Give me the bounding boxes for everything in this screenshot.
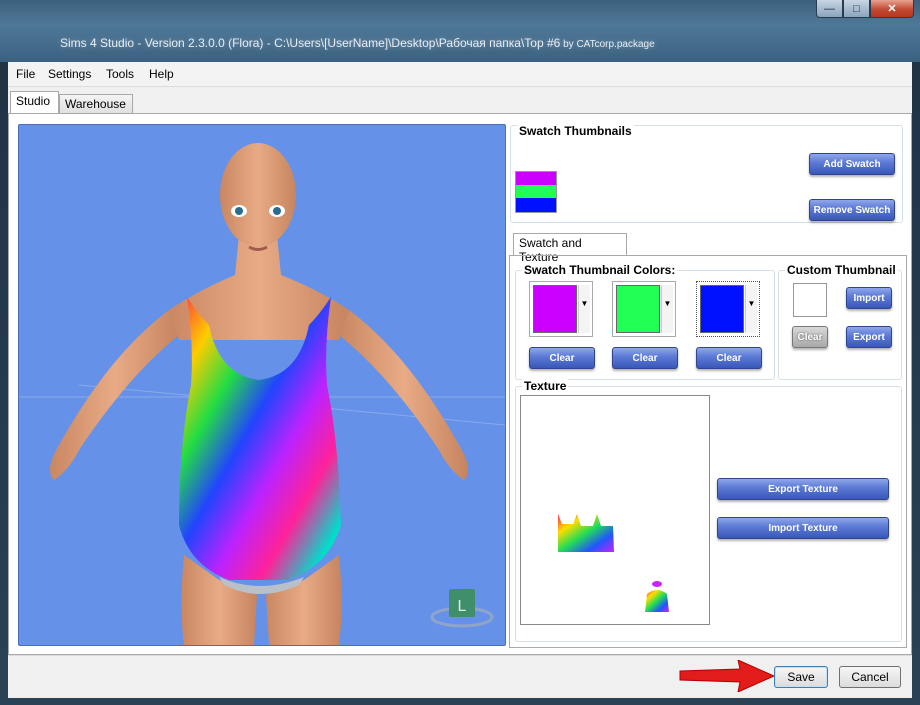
remove-swatch-button[interactable]: Remove Swatch [809, 199, 895, 221]
cancel-button[interactable]: Cancel [839, 666, 901, 688]
sim-head [220, 143, 296, 247]
app-window: Sims 4 Studio - Version 2.3.0.0 (Flora) … [0, 0, 920, 705]
studio-pane: L Swatch Thumbnails Add Swatch Remove Sw… [8, 113, 912, 655]
custom-thumbnail-preview [793, 283, 827, 317]
color-swatch-1 [533, 285, 577, 333]
chevron-down-icon[interactable]: ▼ [578, 285, 590, 333]
custom-thumbnail-group: Custom Thumbnail Import Clear Export [778, 263, 902, 380]
close-button[interactable]: ✕ [870, 0, 914, 18]
swatch-stripe-3 [516, 198, 556, 212]
add-swatch-button[interactable]: Add Swatch [809, 153, 895, 175]
tab-swatch-and-texture[interactable]: Swatch and Texture [513, 233, 627, 264]
minimize-icon: — [824, 2, 835, 15]
sim-preview: L [19, 143, 505, 645]
menu-help[interactable]: Help [149, 67, 174, 81]
chevron-down-icon[interactable]: ▼ [661, 285, 673, 333]
save-button[interactable]: Save [774, 666, 828, 688]
clear-color-1-button[interactable]: Clear [529, 347, 595, 369]
menu-settings[interactable]: Settings [48, 67, 91, 81]
window-controls: — □ ✕ [816, 0, 914, 20]
red-arrow-icon [679, 660, 776, 692]
minimize-button[interactable]: — [816, 0, 843, 18]
client-area: File Settings Tools Help Studio Warehous… [8, 62, 912, 698]
swatch-thumbnails-group: Swatch Thumbnails Add Swatch Remove Swat… [510, 124, 903, 223]
window-title-file: by CATcorp.package [560, 39, 655, 50]
color-swatch-3 [700, 285, 744, 333]
custom-thumbnail-title: Custom Thumbnail [785, 263, 898, 277]
swatch-thumbnail[interactable] [515, 171, 557, 213]
clear-color-3-button[interactable]: Clear [696, 347, 762, 369]
texture-group: Texture Export Texture Import Texture [515, 379, 902, 642]
maximize-button[interactable]: □ [843, 0, 870, 18]
thumbnail-colors-title: Swatch Thumbnail Colors: [522, 263, 678, 277]
swatch-stripe-2 [516, 185, 556, 198]
maximize-icon: □ [853, 2, 860, 15]
texture-dot-piece [652, 581, 662, 587]
right-panel: Swatch Thumbnails Add Swatch Remove Swat… [509, 114, 909, 654]
tab-studio[interactable]: Studio [10, 91, 59, 114]
chevron-down-icon[interactable]: ▼ [745, 285, 757, 333]
main-tabs: Studio Warehouse [8, 88, 912, 114]
tab-warehouse[interactable]: Warehouse [59, 94, 133, 113]
color-swatch-2 [616, 285, 660, 333]
close-icon: ✕ [887, 3, 897, 15]
swatch-thumbnails-title: Swatch Thumbnails [517, 124, 634, 138]
texture-title: Texture [522, 379, 569, 393]
color-picker-1[interactable]: ▼ [529, 281, 593, 337]
color-picker-2[interactable]: ▼ [612, 281, 676, 337]
menu-file[interactable]: File [16, 67, 35, 81]
sim-left-arm [50, 310, 179, 480]
texture-small-piece [645, 590, 669, 612]
thumbnail-colors-group: Swatch Thumbnail Colors: ▼ ▼ ▼ Clear Cle… [515, 263, 775, 380]
lod-badge-letter: L [458, 598, 467, 615]
window-title: Sims 4 Studio - Version 2.3.0.0 (Flora) … [60, 36, 655, 50]
preview-viewport[interactable]: L [18, 124, 506, 646]
texture-preview[interactable] [520, 395, 710, 625]
import-texture-button[interactable]: Import Texture [717, 517, 889, 539]
dialog-footer: Save Cancel [8, 655, 912, 698]
import-thumbnail-button[interactable]: Import [846, 287, 892, 309]
texture-image [558, 514, 669, 612]
export-thumbnail-button[interactable]: Export [846, 326, 892, 348]
swatch-texture-pane: Swatch Thumbnail Colors: ▼ ▼ ▼ Clear Cle… [509, 255, 907, 648]
swatch-stripe-1 [516, 172, 556, 185]
export-texture-button[interactable]: Export Texture [717, 478, 889, 500]
window-title-path: Sims 4 Studio - Version 2.3.0.0 (Flora) … [60, 36, 561, 50]
color-picker-3[interactable]: ▼ [696, 281, 760, 337]
clear-color-2-button[interactable]: Clear [612, 347, 678, 369]
clear-thumbnail-button[interactable]: Clear [792, 326, 828, 348]
menu-bar: File Settings Tools Help [8, 62, 912, 87]
texture-top-piece [558, 514, 614, 552]
title-bar[interactable]: Sims 4 Studio - Version 2.3.0.0 (Flora) … [0, 0, 920, 62]
menu-tools[interactable]: Tools [106, 67, 134, 81]
sim-right-arm [339, 310, 468, 480]
